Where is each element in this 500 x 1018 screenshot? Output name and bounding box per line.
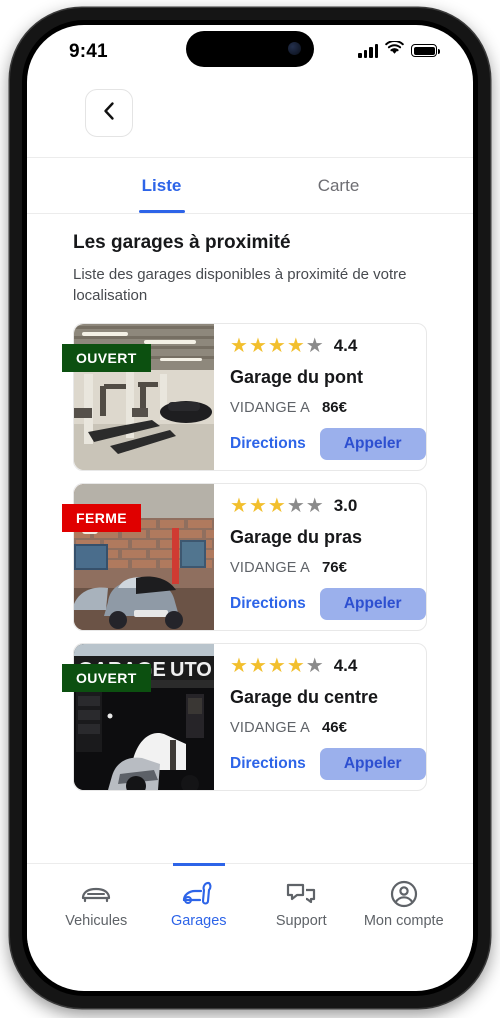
rating-row: ★ ★ ★ ★ ★ 3.0	[230, 496, 426, 516]
status-bar-time: 9:41	[69, 41, 108, 62]
garage-info: ★ ★ ★ ★ ★ 4.4 Garage du pont VIDANGE A 8…	[214, 324, 440, 470]
star-icon: ★	[286, 654, 305, 677]
battery-icon	[411, 44, 440, 57]
status-bar-icons	[358, 40, 440, 60]
tab-liste-label: Liste	[141, 175, 182, 195]
status-badge: FERME	[62, 503, 141, 532]
service-label: VIDANGE A	[230, 400, 310, 417]
svg-text:UTO: UTO	[170, 659, 212, 681]
rating-value: 4.4	[333, 655, 358, 675]
card-actions: Directions Appeler	[230, 747, 426, 780]
chat-bubbles-icon	[286, 879, 316, 909]
star-icon: ★	[267, 334, 286, 357]
rating-stars: ★ ★ ★ ★ ★	[230, 336, 324, 356]
car-wrench-icon	[182, 879, 216, 909]
rating-stars: ★ ★ ★ ★ ★	[230, 656, 324, 676]
page-title: Les garages à proximité	[73, 232, 291, 253]
garage-card[interactable]: FERME ★ ★ ★ ★ ★ 3.0 Garage du pras VIDAN…	[62, 482, 427, 631]
card-actions: Directions Appeler	[230, 587, 426, 620]
car-icon	[80, 879, 112, 909]
page-subtitle: Liste des garages disponibles à proximit…	[73, 266, 407, 305]
star-icon: ★	[286, 494, 305, 517]
star-icon: ★	[267, 494, 286, 517]
star-icon: ★	[248, 334, 267, 357]
nav-item-mon-compte[interactable]: Mon compte	[353, 864, 456, 943]
star-icon: ★	[230, 654, 248, 677]
star-icon: ★	[267, 654, 286, 677]
directions-link[interactable]: Directions	[230, 435, 306, 453]
star-icon: ★	[248, 494, 267, 517]
star-icon: ★	[305, 334, 324, 357]
front-camera-icon	[288, 42, 301, 55]
main-content: Les garages à proximité Liste des garage…	[27, 214, 473, 791]
service-row: VIDANGE A 76€	[230, 559, 426, 576]
rating-stars: ★ ★ ★ ★ ★	[230, 496, 324, 516]
call-button[interactable]: Appeler	[319, 747, 426, 780]
call-button[interactable]: Appeler	[319, 587, 426, 620]
chevron-left-icon	[102, 101, 116, 126]
view-mode-tabs: Liste Carte	[27, 158, 473, 214]
garage-list: OUVERT ★ ★ ★ ★ ★ 4.4 Garage du pont VIDA…	[62, 322, 427, 791]
star-icon: ★	[230, 334, 248, 357]
star-icon: ★	[305, 654, 324, 677]
rating-row: ★ ★ ★ ★ ★ 4.4	[230, 336, 426, 356]
service-price: 76€	[321, 559, 347, 577]
star-icon: ★	[248, 654, 267, 677]
service-price: 46€	[321, 719, 347, 737]
nav-label-support: Support	[275, 912, 327, 929]
garage-name: Garage du pras	[230, 526, 363, 547]
tab-carte[interactable]: Carte	[250, 158, 427, 213]
phone-bezel: 9:41 Liste Carte Les garages à proximité…	[22, 20, 478, 996]
dynamic-island	[186, 31, 314, 67]
status-bar: 9:41	[27, 25, 473, 79]
phone-screen: 9:41 Liste Carte Les garages à proximité…	[27, 25, 473, 991]
service-label: VIDANGE A	[230, 720, 310, 737]
service-price: 86€	[321, 399, 347, 417]
star-icon: ★	[230, 494, 248, 517]
garage-info: ★ ★ ★ ★ ★ 4.4 Garage du centre VIDANGE A…	[214, 644, 440, 790]
tab-liste[interactable]: Liste	[73, 158, 250, 213]
nav-label-garages: Garages	[170, 912, 227, 929]
star-icon: ★	[305, 494, 324, 517]
nav-item-vehicules[interactable]: Vehicules	[45, 864, 148, 943]
garage-name: Garage du centre	[230, 686, 379, 707]
rating-row: ★ ★ ★ ★ ★ 4.4	[230, 656, 426, 676]
app-header	[27, 79, 473, 158]
status-badge: OUVERT	[62, 343, 151, 372]
directions-link[interactable]: Directions	[230, 755, 306, 773]
service-label: VIDANGE A	[230, 560, 310, 577]
phone-frame: 9:41 Liste Carte Les garages à proximité…	[10, 8, 490, 1008]
nav-item-support[interactable]: Support	[250, 864, 353, 943]
nav-label-vehicules: Vehicules	[65, 912, 128, 929]
garage-info: ★ ★ ★ ★ ★ 3.0 Garage du pras VIDANGE A 7…	[214, 484, 440, 630]
tab-carte-label: Carte	[317, 175, 360, 195]
account-circle-icon	[390, 879, 418, 909]
service-row: VIDANGE A 46€	[230, 719, 426, 736]
directions-link[interactable]: Directions	[230, 595, 306, 613]
cellular-signal-icon	[358, 43, 378, 58]
garage-name: Garage du pont	[230, 366, 364, 387]
wifi-icon	[385, 40, 404, 60]
nav-label-mon-compte: Mon compte	[363, 912, 444, 929]
back-button[interactable]	[85, 89, 133, 137]
bottom-navigation: Vehicules Garages Support Mon compte	[27, 863, 473, 943]
garage-card[interactable]: OUVERT ★ ★ ★ ★ ★ 4.4 Garage du pont VIDA…	[62, 322, 427, 471]
nav-item-garages[interactable]: Garages	[148, 864, 251, 943]
service-row: VIDANGE A 86€	[230, 399, 426, 416]
star-icon: ★	[286, 334, 305, 357]
garage-card[interactable]: OUVERT GARAGE UTO	[62, 642, 427, 791]
call-button[interactable]: Appeler	[319, 427, 426, 460]
rating-value: 3.0	[333, 495, 358, 515]
rating-value: 4.4	[333, 335, 358, 355]
card-actions: Directions Appeler	[230, 427, 426, 460]
status-badge: OUVERT	[62, 663, 151, 692]
